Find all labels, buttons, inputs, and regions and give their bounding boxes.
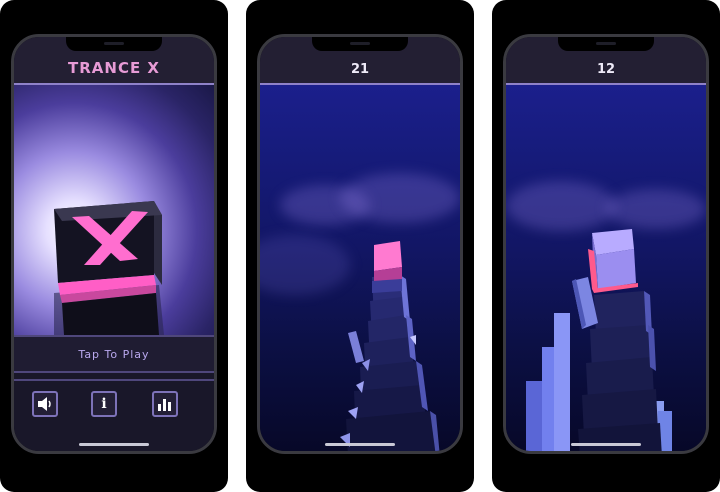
phone-frame: 12 xyxy=(503,34,709,454)
top-block-lavender xyxy=(592,229,636,289)
tap-to-play-label: Tap To Play xyxy=(78,347,150,361)
bar-chart-icon xyxy=(158,399,171,411)
tap-to-play-band[interactable]: Tap To Play xyxy=(14,335,214,373)
leaderboard-button[interactable] xyxy=(152,391,178,417)
game-title: TRANCE X xyxy=(68,59,160,77)
game-scene xyxy=(506,85,706,451)
screenshot-panel-gameplay-2: 12 xyxy=(492,0,720,492)
menu-scene xyxy=(14,85,214,335)
phone-notch xyxy=(66,37,162,51)
top-block-pink xyxy=(374,241,402,283)
game-screen[interactable]: 21 xyxy=(260,37,460,451)
speaker-icon xyxy=(38,397,51,411)
game-scene xyxy=(260,85,460,451)
sound-button[interactable] xyxy=(32,391,58,417)
screenshot-panel-gameplay-1: 21 xyxy=(246,0,474,492)
home-indicator xyxy=(79,443,149,446)
info-icon: i xyxy=(101,396,107,412)
score-counter: 12 xyxy=(596,62,616,77)
menu-button-bar: i xyxy=(14,373,214,451)
block-tower xyxy=(340,241,440,451)
home-indicator xyxy=(571,443,641,446)
x-block-illustration xyxy=(54,201,164,335)
stacked-blocks xyxy=(340,275,440,451)
phone-frame: TRANCE X Tap To Play i xyxy=(11,34,217,454)
screenshot-panel-menu: TRANCE X Tap To Play i xyxy=(0,0,228,492)
phone-notch xyxy=(312,37,408,51)
info-button[interactable]: i xyxy=(91,391,117,417)
divider xyxy=(14,379,214,381)
menu-screen: TRANCE X Tap To Play i xyxy=(14,37,214,451)
phone-notch xyxy=(558,37,654,51)
block-tower xyxy=(526,229,672,451)
falling-piece xyxy=(348,331,364,363)
home-indicator xyxy=(325,443,395,446)
game-screen[interactable]: 12 xyxy=(506,37,706,451)
phone-frame: 21 xyxy=(257,34,463,454)
score-counter: 21 xyxy=(350,62,370,77)
